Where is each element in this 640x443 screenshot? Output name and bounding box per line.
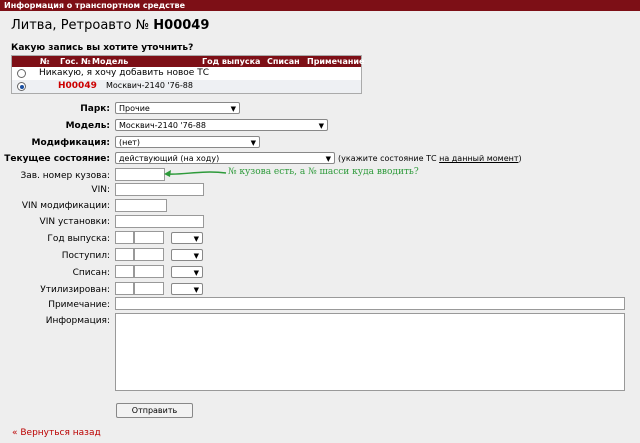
off-day-input[interactable] [115, 265, 134, 278]
record-row-new[interactable]: Никакую, я хочу добавить новое ТС [12, 67, 361, 80]
info-textarea[interactable] [115, 313, 625, 391]
col-year: Год выпуска [202, 57, 261, 66]
chevron-down-icon: ▼ [230, 105, 236, 113]
vin-mod-input[interactable] [115, 199, 167, 212]
chevron-down-icon: ▼ [325, 155, 331, 163]
title-name: Ретроавто [60, 18, 132, 33]
util-day-input[interactable] [115, 282, 134, 295]
title-code: H00049 [153, 18, 210, 33]
state-value: действующий (на ходу) [119, 154, 220, 163]
body-number-input[interactable] [115, 168, 165, 181]
state-select[interactable]: действующий (на ходу) ▼ [115, 152, 335, 164]
info-label: Информация: [45, 316, 110, 326]
state-label: Текущее состояние: [4, 154, 110, 164]
annotation-arrow-icon [164, 170, 227, 177]
chevron-down-icon: ▼ [193, 252, 199, 260]
record-row-h00049[interactable]: H00049 Москвич-2140 '76-88 [12, 80, 361, 93]
radio-h00049[interactable] [17, 82, 26, 91]
col-plate: Гос. № [60, 57, 91, 66]
title-num-label: № [131, 18, 154, 33]
received-day-input[interactable] [115, 248, 134, 261]
park-label: Парк: [80, 104, 110, 114]
mod-select[interactable]: (нет) ▼ [115, 136, 260, 148]
radio-new[interactable] [17, 69, 26, 78]
vin-inst-input[interactable] [115, 215, 204, 228]
year-month-select[interactable]: ▼ [171, 232, 203, 244]
state-hint-end: ) [518, 154, 522, 163]
received-year-input[interactable] [134, 248, 164, 261]
state-hint-link[interactable]: на данный момент [439, 154, 518, 163]
off-label: Списан: [72, 268, 110, 278]
model-select[interactable]: Москвич-2140 '76-88 ▼ [115, 119, 328, 131]
record-question: Какую запись вы хотите уточнить? [11, 43, 194, 53]
title-country: Литва, [11, 18, 61, 33]
vin-input[interactable] [115, 183, 204, 196]
vin-inst-label: VIN установки: [39, 217, 110, 227]
chevron-down-icon: ▼ [318, 122, 324, 130]
off-month-select[interactable]: ▼ [171, 266, 203, 278]
year-day-input[interactable] [115, 231, 134, 244]
page-title: Литва, Ретроавто № H00049 [11, 18, 209, 33]
record-table-header: № Гос. № Модель Год выпуска Списан Приме… [12, 56, 365, 67]
chevron-down-icon: ▼ [193, 235, 199, 243]
col-model: Модель [92, 57, 129, 66]
util-year-input[interactable] [134, 282, 164, 295]
received-label: Поступил: [61, 251, 110, 261]
new-option-label: Никакую, я хочу добавить новое ТС [39, 68, 209, 78]
year-input[interactable] [134, 231, 164, 244]
park-select[interactable]: Прочие ▼ [115, 102, 240, 114]
util-month-select[interactable]: ▼ [171, 283, 203, 295]
note-label: Примечание: [48, 300, 110, 310]
chevron-down-icon: ▼ [193, 286, 199, 294]
mod-label: Модификация: [31, 138, 111, 148]
received-month-select[interactable]: ▼ [171, 249, 203, 261]
model-label: Модель: [65, 121, 110, 131]
body-number-label: Зав. номер кузова: [20, 171, 110, 181]
util-label: Утилизирован: [40, 285, 110, 295]
year-label: Год выпуска: [47, 234, 110, 244]
submit-button[interactable]: Отправить [116, 403, 193, 418]
mod-value: (нет) [119, 138, 141, 147]
col-off: Списан [267, 57, 300, 66]
note-input[interactable] [115, 297, 625, 310]
state-hint-text: (укажите состояние ТС [338, 154, 440, 163]
col-num: № [40, 57, 50, 66]
back-link[interactable]: « Вернуться назад [12, 428, 101, 438]
window-titlebar: Информация о транспортном средстве [0, 0, 640, 11]
vin-mod-label: VIN модификации: [21, 201, 110, 211]
vin-label: VIN: [91, 185, 110, 195]
off-year-input[interactable] [134, 265, 164, 278]
col-note: Примечание [307, 57, 365, 66]
chevron-down-icon: ▼ [193, 269, 199, 277]
record-code: H00049 [58, 81, 97, 91]
chevron-down-icon: ▼ [250, 139, 256, 147]
park-value: Прочие [119, 104, 150, 113]
state-hint: (укажите состояние ТС на данный момент) [338, 154, 522, 163]
handwritten-annotation: № кузова есть, а № шасси куда вводить? [228, 167, 419, 177]
model-value: Москвич-2140 '76-88 [119, 121, 206, 130]
record-table: № Гос. № Модель Год выпуска Списан Приме… [11, 55, 365, 94]
record-model: Москвич-2140 '76-88 [106, 81, 193, 90]
